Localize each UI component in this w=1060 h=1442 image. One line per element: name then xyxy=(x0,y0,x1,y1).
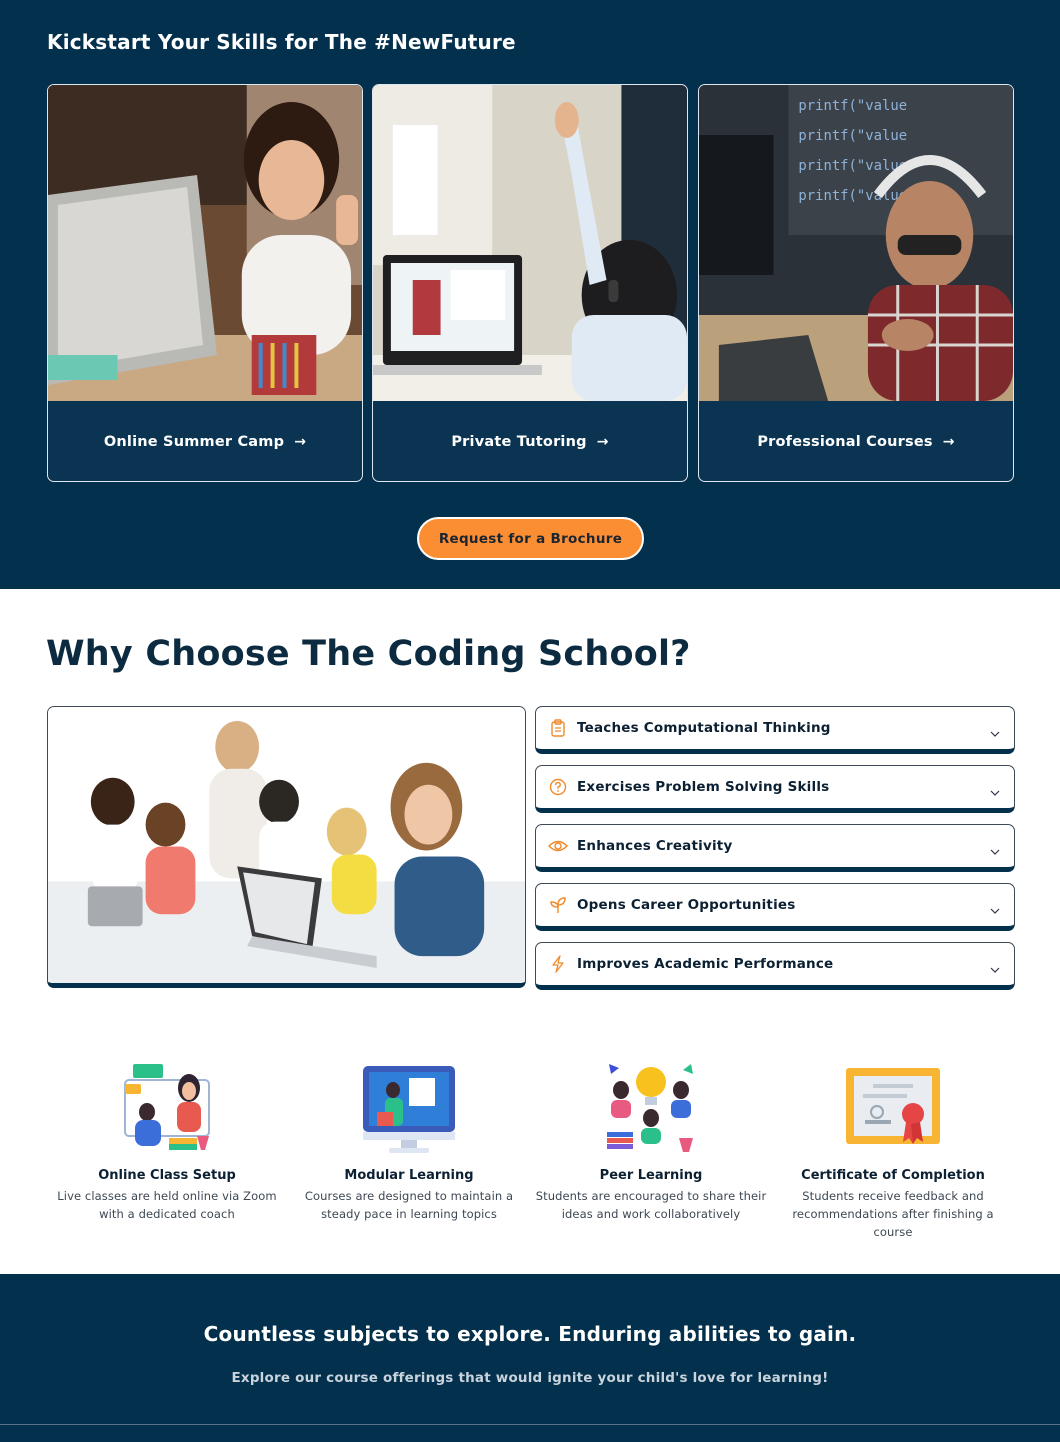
clipboard-icon xyxy=(548,718,568,738)
private-tutoring-label: Private Tutoring xyxy=(451,434,587,450)
feature-description: Students are encouraged to share their i… xyxy=(535,1189,767,1221)
arrow-right-icon: → xyxy=(942,434,955,450)
private-tutoring-photo xyxy=(373,85,687,401)
chevron-down-icon xyxy=(990,959,1000,978)
svg-text:printf("value: printf("value xyxy=(798,158,907,174)
card-online-summer-camp[interactable]: Online Summer Camp → xyxy=(47,84,363,482)
feature-online-class-setup: Online Class Setup Live classes are held… xyxy=(47,1060,287,1223)
feature-title: Modular Learning xyxy=(344,1168,474,1183)
online-class-illustration xyxy=(117,1060,217,1154)
peer-learning-illustration xyxy=(601,1060,701,1154)
accordion-academic-performance[interactable]: Improves Academic Performance xyxy=(535,942,1015,990)
eye-icon xyxy=(548,836,568,856)
accordion-label: Teaches Computational Thinking xyxy=(577,720,831,736)
accordion-creativity[interactable]: Enhances Creativity xyxy=(535,824,1015,872)
lightning-icon xyxy=(548,954,568,974)
summer-camp-label: Online Summer Camp xyxy=(103,434,285,450)
feature-modular-learning: Modular Learning Courses are designed to… xyxy=(289,1060,529,1223)
professional-courses-label: Professional Courses xyxy=(757,434,933,450)
accordion-label: Enhances Creativity xyxy=(577,838,733,854)
sprout-icon xyxy=(548,895,568,915)
card-professional-courses[interactable]: printf("value printf("value printf("valu… xyxy=(698,84,1014,482)
arrow-right-icon: → xyxy=(294,434,307,450)
accordion-label: Opens Career Opportunities xyxy=(577,897,796,913)
modular-learning-illustration xyxy=(359,1060,459,1154)
kids-coding-photo xyxy=(47,706,526,988)
program-section-title: Kickstart Your Skills for The #NewFuture xyxy=(47,30,516,54)
chevron-down-icon xyxy=(990,841,1000,860)
program-section: Kickstart Your Skills for The #NewFuture xyxy=(0,0,1060,589)
explore-subtitle: Explore our course offerings that would … xyxy=(231,1370,829,1386)
accordion-label: Improves Academic Performance xyxy=(577,956,834,972)
professional-courses-photo: printf("value printf("value printf("valu… xyxy=(699,85,1013,401)
question-circle-icon xyxy=(548,777,568,797)
professional-courses-caption[interactable]: Professional Courses → xyxy=(699,401,1013,481)
request-brochure-button[interactable]: Request for a Brochure xyxy=(417,517,644,560)
why-choose-title: Why Choose The Coding School? xyxy=(46,634,691,674)
divider xyxy=(0,1424,1060,1425)
feature-title: Peer Learning xyxy=(599,1168,703,1183)
feature-title: Certificate of Completion xyxy=(801,1168,985,1183)
svg-text:printf("value: printf("value xyxy=(798,188,907,204)
feature-description: Live classes are held online via Zoom wi… xyxy=(57,1189,277,1221)
certificate-illustration xyxy=(843,1060,943,1154)
accordion-career-opportunities[interactable]: Opens Career Opportunities xyxy=(535,883,1015,931)
card-private-tutoring[interactable]: Private Tutoring → xyxy=(372,84,688,482)
chevron-down-icon xyxy=(990,723,1000,742)
accordion-computational-thinking[interactable]: Teaches Computational Thinking xyxy=(535,706,1015,754)
summer-camp-photo xyxy=(48,85,362,401)
private-tutoring-caption[interactable]: Private Tutoring → xyxy=(373,401,687,481)
explore-section: Countless subjects to explore. Enduring … xyxy=(0,1274,1060,1442)
feature-certificate: Certificate of Completion Students recei… xyxy=(773,1060,1013,1241)
feature-peer-learning: Peer Learning Students are encouraged to… xyxy=(531,1060,771,1223)
accordion-label: Exercises Problem Solving Skills xyxy=(577,779,830,795)
feature-description: Courses are designed to maintain a stead… xyxy=(304,1189,514,1221)
accordion-problem-solving[interactable]: Exercises Problem Solving Skills xyxy=(535,765,1015,813)
chevron-down-icon xyxy=(990,782,1000,801)
svg-text:printf("value: printf("value xyxy=(798,98,907,114)
feature-title: Online Class Setup xyxy=(98,1168,236,1183)
chevron-down-icon xyxy=(990,900,1000,919)
feature-description: Students receive feedback and recommenda… xyxy=(792,1189,994,1239)
svg-text:printf("value: printf("value xyxy=(798,128,907,144)
arrow-right-icon: → xyxy=(596,434,609,450)
summer-camp-caption[interactable]: Online Summer Camp → xyxy=(48,401,362,481)
explore-title: Countless subjects to explore. Enduring … xyxy=(203,1322,857,1346)
